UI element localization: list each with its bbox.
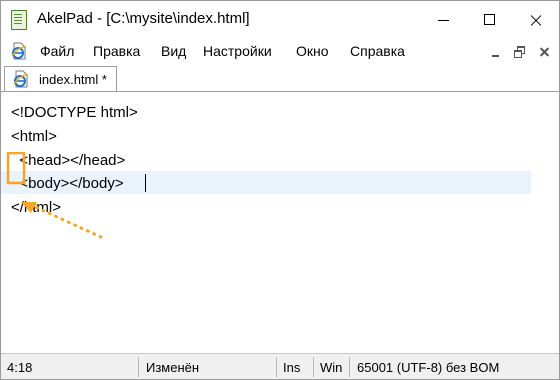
status-modified: Изменён	[146, 360, 200, 375]
annotation-arrow-line	[29, 203, 103, 239]
code-line-1: <!DOCTYPE html>	[11, 104, 138, 121]
text-caret	[145, 174, 146, 192]
menu-window[interactable]: Окно	[296, 43, 329, 59]
status-separator	[276, 357, 277, 377]
code-line-2: <html>	[11, 128, 57, 145]
status-separator	[313, 357, 314, 377]
indent-highlight-box	[6, 152, 26, 185]
window-title: AkelPad - [C:\mysite\index.html]	[37, 10, 250, 27]
title-bar[interactable]: AkelPad - [C:\mysite\index.html]	[1, 1, 559, 39]
status-separator	[138, 357, 139, 377]
tab-index-html[interactable]: index.html *	[4, 66, 117, 91]
status-position: 4:18	[7, 360, 33, 375]
akelpad-window: AkelPad - [C:\mysite\index.html] Файл Пр…	[0, 0, 560, 380]
status-newline[interactable]: Win	[320, 360, 342, 375]
status-insert-mode[interactable]: Ins	[283, 360, 300, 375]
notepad-icon	[11, 10, 27, 30]
tab-bar: index.html *	[1, 63, 559, 92]
indent-highlight-annotation	[6, 152, 103, 239]
document-close-button[interactable]	[537, 44, 553, 59]
maximize-button[interactable]	[467, 1, 513, 39]
tab-label: index.html *	[39, 72, 107, 87]
ie-document-icon	[13, 70, 29, 88]
annotation-arrow-head	[21, 202, 37, 213]
menu-view[interactable]: Вид	[161, 43, 186, 59]
status-bar: 4:18 Изменён Ins Win 65001 (UTF-8) без B…	[1, 353, 559, 379]
close-button[interactable]	[513, 1, 559, 39]
menu-file[interactable]: Файл	[40, 43, 74, 59]
menu-settings[interactable]: Настройки	[203, 43, 272, 59]
status-encoding[interactable]: 65001 (UTF-8) без BOM	[357, 360, 499, 375]
menu-bar: Файл Правка Вид Настройки Окно Справка	[1, 40, 559, 63]
menu-help[interactable]: Справка	[350, 43, 405, 59]
menu-edit[interactable]: Правка	[93, 43, 140, 59]
status-separator	[349, 357, 350, 377]
ie-document-icon[interactable]	[10, 42, 28, 60]
editor-area[interactable]: <!DOCTYPE html> <html> <head></head> <bo…	[1, 92, 559, 352]
document-restore-button[interactable]	[512, 44, 528, 59]
document-minimize-button[interactable]	[488, 44, 504, 59]
minimize-button[interactable]	[421, 1, 467, 39]
